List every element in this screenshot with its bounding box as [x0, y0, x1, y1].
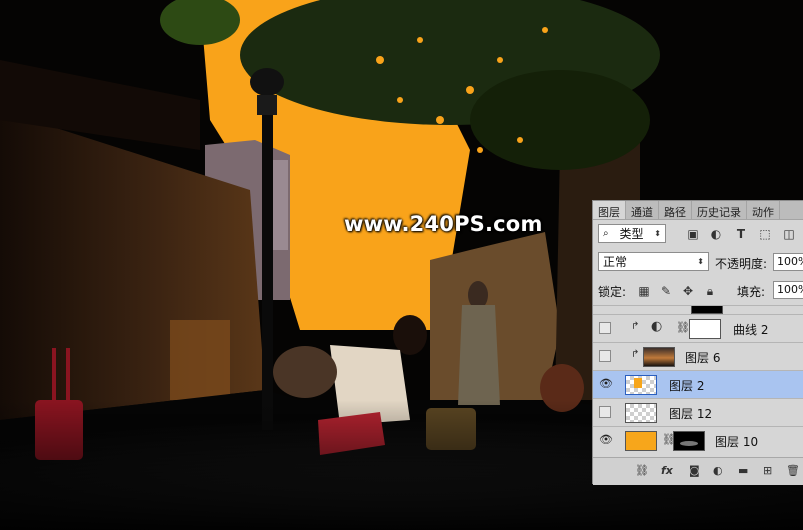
- layer-name[interactable]: 图层 2: [669, 377, 704, 394]
- chevron-updown-icon: ⬍: [654, 229, 661, 238]
- layer-name[interactable]: 曲线 2: [733, 321, 768, 338]
- layer-mask-thumbnail[interactable]: [673, 431, 705, 451]
- mask-content: [680, 441, 698, 446]
- eye-icon[interactable]: 👁︎: [599, 378, 613, 390]
- layer-row-partial[interactable]: [593, 305, 803, 314]
- layer-row-layer-6[interactable]: ↱ 图层 6: [593, 342, 803, 370]
- panel-bottom-bar: ⛓ fx ◙ ◐ ▬ ⊞ 🗑︎: [593, 457, 803, 485]
- tab-actions[interactable]: 动作: [747, 201, 780, 219]
- lock-all-icon[interactable]: 🔒︎: [703, 284, 717, 298]
- filter-adjustment-icon[interactable]: ◐: [709, 227, 723, 241]
- opacity-field[interactable]: 100%: [773, 253, 803, 271]
- lock-pixels-brush-icon[interactable]: ✎: [659, 284, 673, 298]
- filter-smart-object-icon[interactable]: ◫: [782, 227, 796, 241]
- filter-pixel-icon[interactable]: ▣: [686, 227, 700, 241]
- thumbnail-content: [634, 378, 642, 388]
- tab-channels[interactable]: 通道: [626, 201, 659, 219]
- add-mask-icon[interactable]: ◙: [689, 464, 700, 477]
- layer-thumbnail[interactable]: [625, 403, 657, 423]
- layer-thumbnail[interactable]: [643, 347, 675, 367]
- watermark-text: www.240PS.com: [344, 212, 543, 236]
- filter-shape-icon[interactable]: ⬚: [758, 227, 772, 241]
- new-layer-icon[interactable]: ⊞: [763, 464, 772, 477]
- layer-row-curves-2[interactable]: ↱ ◐ ⛓ 曲线 2: [593, 314, 803, 342]
- layer-thumbnail[interactable]: [625, 375, 657, 395]
- layer-mask-thumbnail: [691, 306, 723, 314]
- layer-name[interactable]: 图层 6: [685, 349, 720, 366]
- tab-layers[interactable]: 图层: [593, 201, 626, 219]
- lock-position-move-icon[interactable]: ✥: [681, 284, 695, 298]
- visibility-toggle-off[interactable]: [599, 350, 611, 362]
- layer-row-layer-12[interactable]: 图层 12: [593, 398, 803, 426]
- fill-label: 填充:: [737, 285, 766, 299]
- search-icon: ⌕: [603, 228, 609, 239]
- link-layers-icon[interactable]: ⛓: [635, 464, 649, 477]
- folder-icon[interactable]: ▬: [738, 464, 748, 477]
- lock-label: 锁定:: [598, 285, 627, 299]
- visibility-toggle-off[interactable]: [599, 406, 611, 418]
- filter-type-icon[interactable]: T: [734, 227, 748, 241]
- fill-field[interactable]: 100%: [773, 281, 803, 299]
- blend-mode-value: 正常: [603, 255, 628, 269]
- clipping-arrow-icon: ↱: [631, 349, 640, 360]
- blend-mode-select[interactable]: 正常 ⬍: [598, 252, 709, 271]
- layers-panel: 图层 通道 路径 历史记录 动作 ⌕ 类型 ⬍ ▣ ◐ T ⬚ ◫ 正常 ⬍ 不…: [592, 200, 803, 485]
- link-icon[interactable]: ⛓: [676, 321, 690, 334]
- layer-name[interactable]: 图层 10: [715, 433, 758, 450]
- fx-icon[interactable]: fx: [661, 464, 673, 477]
- kind-filter-value: 类型: [619, 227, 644, 241]
- layer-thumbnail[interactable]: [625, 431, 657, 451]
- opacity-label: 不透明度:: [715, 257, 768, 271]
- chevron-updown-icon: ⬍: [697, 257, 704, 266]
- clipping-arrow-icon: ↱: [631, 321, 640, 332]
- adjustment-icon[interactable]: ◐: [713, 464, 723, 477]
- tab-history[interactable]: 历史记录: [692, 201, 747, 219]
- layer-mask-thumbnail[interactable]: [689, 319, 721, 339]
- visibility-toggle-off[interactable]: [599, 322, 611, 334]
- tab-paths[interactable]: 路径: [659, 201, 692, 219]
- lock-transparent-icon[interactable]: ▦: [637, 284, 651, 298]
- trash-icon[interactable]: 🗑︎: [786, 464, 800, 477]
- layer-row-layer-2[interactable]: 👁︎ 图层 2: [593, 370, 803, 398]
- layer-name[interactable]: 图层 12: [669, 405, 712, 422]
- adjustment-layer-icon: ◐: [651, 319, 663, 334]
- kind-filter-select[interactable]: ⌕ 类型 ⬍: [598, 224, 666, 243]
- layer-row-layer-10[interactable]: 👁︎ ⛓ 图层 10: [593, 426, 803, 454]
- eye-icon[interactable]: 👁︎: [599, 434, 613, 446]
- panel-tabs: 图层 通道 路径 历史记录 动作: [593, 201, 803, 220]
